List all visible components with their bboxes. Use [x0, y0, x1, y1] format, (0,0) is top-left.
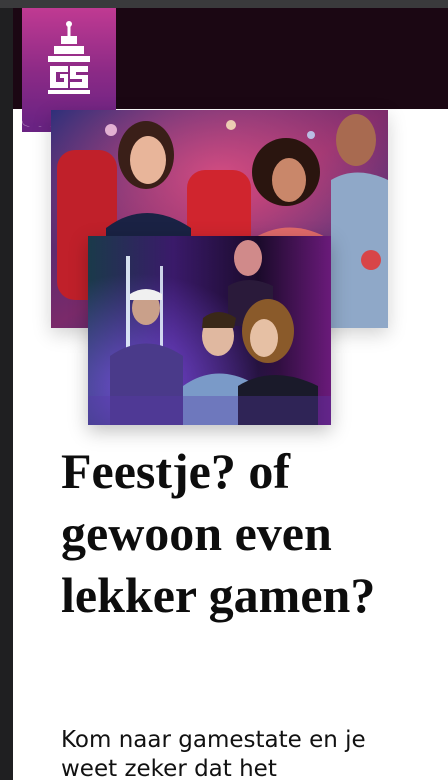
page-content: Feestje? of gewoon even lekker gamen? Ko… — [13, 8, 448, 780]
arcade-gamers-photo-art — [88, 236, 331, 425]
browser-frame: Feestje? of gewoon even lekker gamen? Ko… — [0, 0, 448, 780]
hero-photo-front — [88, 236, 331, 425]
top-strip — [0, 0, 448, 8]
page-headline: Feestje? of gewoon even lekker gamen? — [61, 443, 376, 623]
home-logo-link[interactable] — [22, 8, 116, 132]
gamestate-logo-icon — [48, 21, 90, 94]
intro-text: Kom naar gamestate en je weet zeker dat … — [61, 727, 366, 780]
